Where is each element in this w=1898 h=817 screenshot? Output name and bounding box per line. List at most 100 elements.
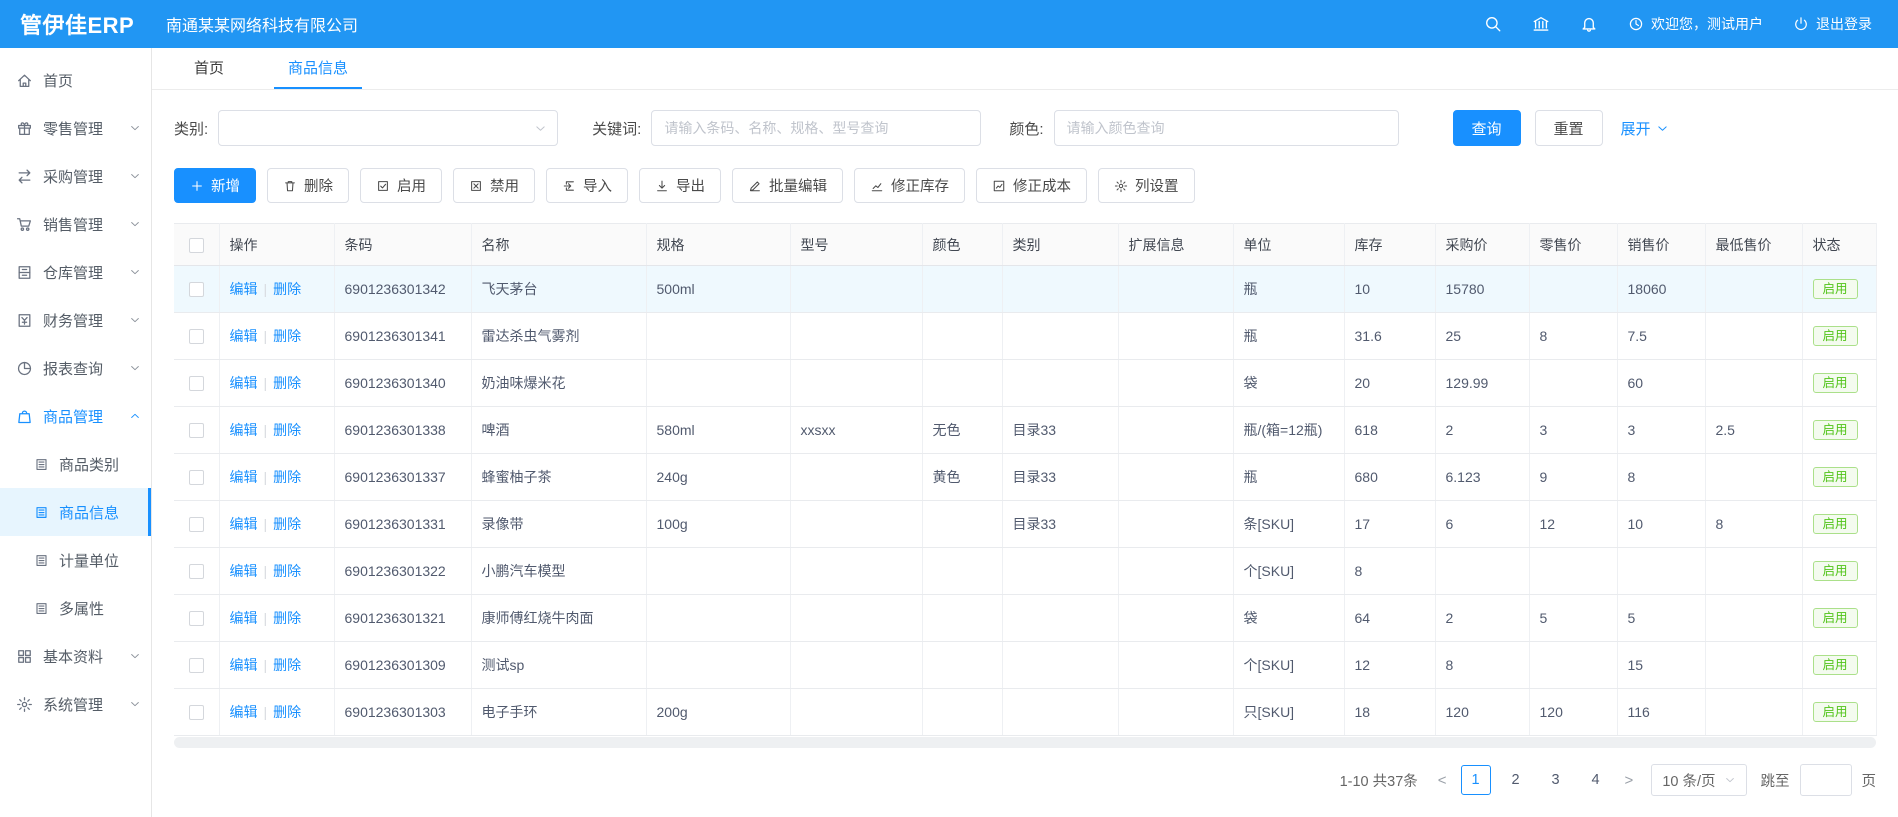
- edit-link[interactable]: 编辑: [230, 328, 258, 344]
- delete-link[interactable]: 删除: [273, 516, 301, 532]
- page-button-1[interactable]: 1: [1461, 765, 1491, 795]
- prev-page-button[interactable]: <: [1434, 772, 1451, 789]
- sidebar-item-product-info[interactable]: 商品信息: [0, 488, 151, 536]
- tab-home[interactable]: 首页: [180, 48, 238, 89]
- search-icon[interactable]: [1484, 15, 1502, 33]
- logout-button[interactable]: 退出登录: [1793, 14, 1872, 34]
- row-checkbox[interactable]: [189, 376, 204, 391]
- delete-link[interactable]: 删除: [273, 563, 301, 579]
- export-button[interactable]: 导出: [639, 168, 721, 203]
- edit-link[interactable]: 编辑: [230, 469, 258, 485]
- jump-page-input[interactable]: [1800, 764, 1852, 796]
- sidebar-item-label: 商品类别: [59, 454, 119, 475]
- table-row: 编辑|删除6901236301340奶油味爆米花袋20129.9960启用: [174, 360, 1876, 407]
- enable-button[interactable]: 启用: [360, 168, 442, 203]
- sidebar-item-report[interactable]: 报表查询: [0, 344, 151, 392]
- edit-link[interactable]: 编辑: [230, 563, 258, 579]
- sidebar-item-product[interactable]: 商品管理: [0, 392, 151, 440]
- delete-link[interactable]: 删除: [273, 704, 301, 720]
- row-checkbox[interactable]: [189, 470, 204, 485]
- row-checkbox[interactable]: [189, 705, 204, 720]
- edit-link[interactable]: 编辑: [230, 375, 258, 391]
- select-all-checkbox[interactable]: [189, 238, 204, 253]
- sidebar-item-product-category[interactable]: 商品类别: [0, 440, 151, 488]
- row-checkbox[interactable]: [189, 329, 204, 344]
- tab-product-info[interactable]: 商品信息: [274, 48, 362, 89]
- sidebar-item-retail[interactable]: 零售管理: [0, 104, 151, 152]
- row-checkbox[interactable]: [189, 658, 204, 673]
- page-button-2[interactable]: 2: [1501, 765, 1531, 795]
- cell-stock: 17: [1344, 501, 1435, 548]
- chevron-down-icon: [1656, 122, 1669, 135]
- row-checkbox[interactable]: [189, 282, 204, 297]
- cell-model: [790, 642, 922, 689]
- sidebar-item-basic-data[interactable]: 基本资料: [0, 632, 151, 680]
- edit-link[interactable]: 编辑: [230, 422, 258, 438]
- page-button-4[interactable]: 4: [1581, 765, 1611, 795]
- fix-cost-button[interactable]: 修正成本: [976, 168, 1087, 203]
- cell-purchase: 6: [1435, 501, 1529, 548]
- delete-link[interactable]: 删除: [273, 657, 301, 673]
- welcome-user[interactable]: 欢迎您，测试用户: [1628, 14, 1763, 34]
- toolbar-button-label: 导出: [676, 175, 705, 196]
- toolbar-button-label: 导入: [583, 175, 612, 196]
- cell-purchase: 6.123: [1435, 454, 1529, 501]
- doc-icon: [34, 553, 49, 568]
- keyword-input[interactable]: [651, 110, 981, 146]
- row-checkbox[interactable]: [189, 564, 204, 579]
- sidebar-item-system[interactable]: 系统管理: [0, 680, 151, 728]
- edit-link[interactable]: 编辑: [230, 704, 258, 720]
- expand-link[interactable]: 展开: [1621, 118, 1669, 139]
- fix-stock-button[interactable]: 修正库存: [854, 168, 965, 203]
- column-settings-button[interactable]: 列设置: [1098, 168, 1195, 203]
- add-button[interactable]: 新增: [174, 168, 256, 203]
- row-checkbox[interactable]: [189, 611, 204, 626]
- delete-link[interactable]: 删除: [273, 375, 301, 391]
- category-select[interactable]: [218, 110, 558, 146]
- cell-spec: [646, 595, 790, 642]
- row-checkbox[interactable]: [189, 517, 204, 532]
- delete-link[interactable]: 删除: [273, 469, 301, 485]
- delete-link[interactable]: 删除: [273, 610, 301, 626]
- sidebar-item-warehouse[interactable]: 仓库管理: [0, 248, 151, 296]
- reset-button[interactable]: 重置: [1535, 110, 1603, 146]
- edit-link[interactable]: 编辑: [230, 516, 258, 532]
- delete-link[interactable]: 删除: [273, 328, 301, 344]
- next-page-button[interactable]: >: [1621, 772, 1638, 789]
- delete-link[interactable]: 删除: [273, 422, 301, 438]
- sidebar-item-purchase[interactable]: 采购管理: [0, 152, 151, 200]
- column-header: 零售价: [1529, 224, 1617, 266]
- row-checkbox[interactable]: [189, 423, 204, 438]
- sidebar-item-measure-unit[interactable]: 计量单位: [0, 536, 151, 584]
- toolbar-button-label: 禁用: [490, 175, 519, 196]
- cell-stock: 8: [1344, 548, 1435, 595]
- delete-link[interactable]: 删除: [273, 281, 301, 297]
- page-size-select[interactable]: 10 条/页: [1651, 764, 1746, 796]
- disable-button[interactable]: 禁用: [453, 168, 535, 203]
- edit-link[interactable]: 编辑: [230, 610, 258, 626]
- cell-unit: 瓶: [1233, 313, 1344, 360]
- cell-purchase: 2: [1435, 407, 1529, 454]
- status-badge: 启用: [1813, 467, 1858, 488]
- cell-stock: 680: [1344, 454, 1435, 501]
- sidebar-item-home[interactable]: 首页: [0, 56, 151, 104]
- welcome-text: 欢迎您，测试用户: [1651, 14, 1763, 34]
- sidebar-item-sales[interactable]: 销售管理: [0, 200, 151, 248]
- search-button[interactable]: 查询: [1453, 110, 1521, 146]
- op-separator: |: [264, 375, 268, 391]
- edit-link[interactable]: 编辑: [230, 657, 258, 673]
- bell-icon[interactable]: [1580, 15, 1598, 33]
- sidebar-item-finance[interactable]: 财务管理: [0, 296, 151, 344]
- sidebar-item-multi-attribute[interactable]: 多属性: [0, 584, 151, 632]
- doc-icon: [34, 457, 49, 472]
- import-button[interactable]: 导入: [546, 168, 628, 203]
- color-input[interactable]: [1054, 110, 1399, 146]
- page-button-3[interactable]: 3: [1541, 765, 1571, 795]
- delete-button[interactable]: 删除: [267, 168, 349, 203]
- edit-link[interactable]: 编辑: [230, 281, 258, 297]
- cell-unit: 个[SKU]: [1233, 548, 1344, 595]
- batch-edit-button[interactable]: 批量编辑: [732, 168, 843, 203]
- bank-icon[interactable]: [1532, 15, 1550, 33]
- horizontal-scrollbar[interactable]: [174, 737, 1876, 748]
- cell-sale: 7.5: [1617, 313, 1705, 360]
